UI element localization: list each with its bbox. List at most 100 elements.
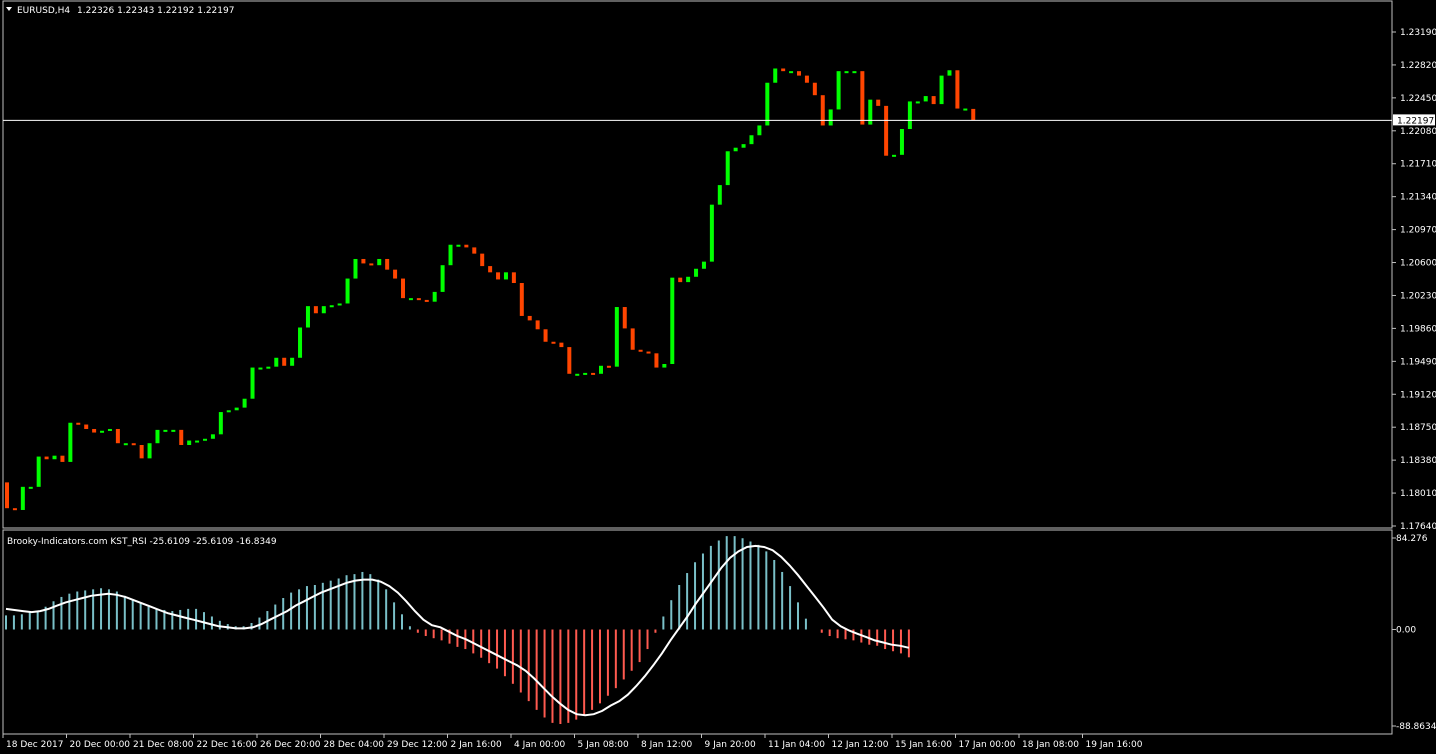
bear-candle (60, 455, 65, 462)
time-tick-label: 29 Dec 12:00 (387, 740, 448, 750)
chart-svg: 1.22197 1.23190 1.22820 1.22450 1.22080 1.21… (2, 0, 1436, 750)
bear-candle (393, 269, 398, 279)
bear-candle (820, 95, 825, 126)
indicator-tick-label: -88.8634 (1396, 722, 1436, 732)
price-tick-label: 1.17640 (1400, 522, 1436, 532)
bear-candle (535, 320, 540, 330)
bull-candle (345, 278, 350, 304)
bear-candle (488, 266, 493, 273)
bear-candle (12, 508, 17, 511)
bull-candle (218, 412, 223, 435)
bear-candle (496, 272, 501, 280)
time-tick-label: 12 Jan 12:00 (832, 740, 889, 750)
bull-candle (686, 276, 691, 283)
time-tick-label: 22 Dec 16:00 (197, 740, 258, 750)
bear-candle (44, 456, 49, 460)
bear-candle (92, 428, 97, 433)
bull-candle (377, 258, 382, 266)
price-tick-label: 1.22080 (1400, 127, 1436, 137)
bull-candle (52, 455, 57, 460)
bull-candle (789, 71, 794, 74)
bull-candle (155, 429, 160, 444)
bear-candle (797, 71, 801, 76)
bull-candle (733, 147, 738, 152)
indicator-tick-label: 0.00 (1396, 626, 1416, 636)
bull-candle (147, 443, 152, 459)
bear-candle (424, 299, 429, 302)
price-axis-ticks: 1.23190 1.22820 1.22450 1.22080 1.21710 1.213… (1392, 28, 1436, 532)
bear-candle (876, 99, 881, 106)
candles-group (5, 68, 976, 511)
bull-candle (337, 303, 342, 306)
bull-candle (226, 410, 231, 413)
time-tick-label: 28 Dec 04:00 (324, 740, 385, 750)
bull-candle (614, 307, 619, 367)
bear-candle (678, 277, 683, 283)
bull-candle (274, 357, 279, 367)
ohlc-readout: 1.22326 1.22343 1.22192 1.22197 (77, 6, 234, 16)
bull-candle (171, 429, 176, 432)
bear-candle (591, 372, 596, 375)
time-tick-label: 11 Jan 04:00 (768, 740, 825, 750)
bear-candle (812, 82, 817, 96)
bull-candle (107, 428, 112, 431)
bull-candle (242, 398, 247, 408)
bull-candle (892, 154, 897, 157)
bull-candle (852, 71, 857, 74)
bull-candle (36, 456, 41, 487)
bear-candle (139, 445, 144, 459)
price-tick-label: 1.20600 (1400, 259, 1436, 269)
bull-candle (305, 306, 310, 328)
bear-candle (131, 443, 136, 446)
price-tick-label: 1.19860 (1400, 324, 1436, 334)
bull-candle (353, 258, 358, 279)
histogram-group (5, 536, 910, 724)
bull-candle (694, 268, 699, 277)
bull-candle (765, 82, 770, 126)
main-panel-frame (2, 0, 1393, 529)
bull-candle (187, 440, 192, 446)
bear-candle (369, 263, 374, 266)
bull-candle (503, 272, 508, 280)
bull-candle (250, 367, 255, 399)
time-tick-label: 21 Dec 08:00 (133, 740, 194, 750)
bull-candle (717, 185, 722, 205)
bull-candle (321, 306, 326, 314)
bear-candle (401, 278, 405, 299)
bear-candle (559, 342, 564, 348)
bull-candle (20, 486, 25, 510)
bull-candle (773, 68, 778, 83)
time-axis-ticks: 18 Dec 2017 20 Dec 00:00 21 Dec 08:00 22 De… (2, 734, 1143, 750)
bull-candle (258, 367, 263, 370)
bear-candle (115, 428, 120, 444)
bull-candle (670, 277, 675, 365)
bear-candle (519, 283, 524, 316)
time-tick-label: 18 Dec 2017 (6, 740, 64, 750)
bear-candle (884, 105, 889, 156)
bull-candle (828, 109, 833, 126)
triangle-down-icon[interactable] (6, 7, 12, 11)
bear-candle (931, 96, 936, 105)
bear-candle (282, 357, 287, 366)
bull-candle (210, 434, 215, 439)
bull-candle (741, 144, 746, 148)
bull-candle (440, 265, 445, 292)
bull-candle (448, 244, 453, 266)
bear-candle (630, 328, 635, 350)
price-tick-label: 1.23190 (1400, 28, 1436, 38)
bull-candle (583, 372, 588, 375)
time-tick-label: 19 Jan 16:00 (1086, 740, 1143, 750)
bear-candle (781, 68, 786, 72)
time-tick-label: 15 Jan 16:00 (895, 740, 952, 750)
bear-candle (313, 306, 318, 314)
bull-candle (123, 443, 128, 446)
bear-candle (971, 108, 976, 121)
bull-candle (575, 373, 580, 376)
price-tick-label: 1.21340 (1400, 193, 1436, 203)
price-tick-label: 1.19120 (1400, 390, 1436, 400)
bear-candle (416, 298, 421, 301)
bull-candle (915, 101, 920, 104)
bull-candle (290, 357, 295, 366)
bull-candle (709, 204, 714, 262)
bear-candle (646, 351, 651, 354)
